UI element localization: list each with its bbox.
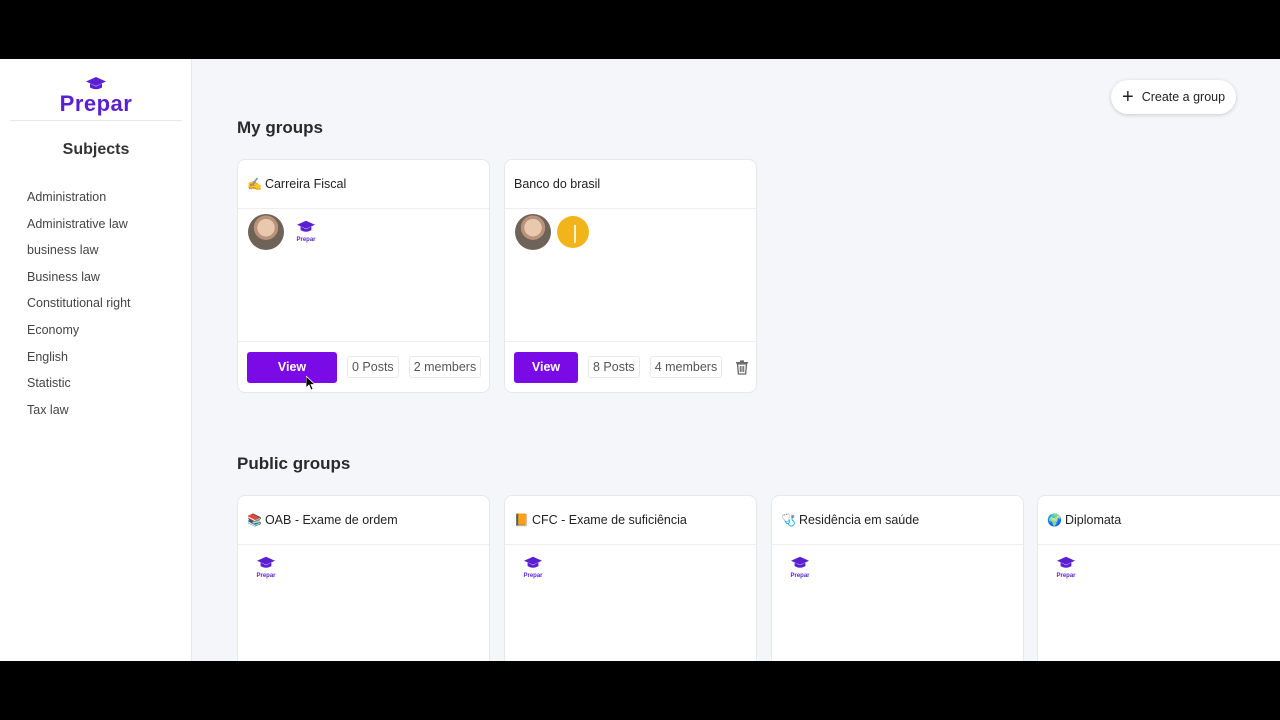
member-avatars: Prepar — [248, 214, 324, 250]
prepar-label: Prepar — [256, 573, 276, 579]
mouse-cursor-icon — [306, 376, 316, 391]
group-name: Carreira Fiscal — [264, 177, 347, 191]
subject-list: Administration Administrative law busine… — [27, 187, 131, 426]
stethoscope-icon: 🩺 — [781, 513, 796, 527]
public-group-card: 🌍 Diplomata Prepar — [1037, 495, 1280, 661]
graduation-cap-icon — [257, 556, 275, 568]
books-icon: 📚 — [247, 513, 262, 527]
group-card-header: 📙 CFC - Exame de suficiência — [505, 496, 756, 545]
public-group-card: 📙 CFC - Exame de suficiência Prepar — [504, 495, 757, 661]
prepar-label: Prepar — [1056, 573, 1076, 579]
group-name: OAB - Exame de ordem — [264, 513, 398, 527]
group-card-header: 🌍 Diplomata — [1038, 496, 1280, 545]
create-group-button[interactable]: + Create a group — [1111, 80, 1236, 114]
app-logo[interactable]: Prepar — [0, 77, 192, 119]
group-name: Banco do brasil — [514, 177, 601, 191]
prepar-label: Prepar — [523, 573, 543, 579]
public-group-card: 🩺 Residência em saúde Prepar — [771, 495, 1024, 661]
sidebar-item-administrative-law[interactable]: Administrative law — [27, 214, 131, 241]
view-button[interactable]: View — [514, 351, 578, 383]
view-button[interactable]: View — [247, 351, 337, 383]
sidebar-item-english[interactable]: English — [27, 347, 131, 374]
prepar-avatar: Prepar — [782, 550, 818, 586]
app-window: Prepar Subjects Administration Administr… — [0, 59, 1280, 661]
sidebar-item-constitutional-right[interactable]: Constitutional right — [27, 293, 131, 320]
graduation-cap-icon — [524, 556, 542, 568]
graduation-cap-icon — [297, 220, 315, 232]
sidebar: Prepar Subjects Administration Administr… — [0, 59, 192, 661]
group-card-footer: View 8 Posts 4 members — [505, 342, 756, 392]
public-groups-title: Public groups — [237, 454, 351, 473]
graduation-cap-icon — [791, 556, 809, 568]
trash-icon[interactable] — [734, 359, 750, 375]
group-name: Diplomata — [1064, 513, 1122, 527]
group-card-body: Prepar — [238, 545, 489, 661]
sidebar-item-administration[interactable]: Administration — [27, 187, 131, 214]
group-card-body: Prepar — [238, 209, 489, 342]
avatar — [557, 216, 589, 248]
prepar-avatar: Prepar — [1048, 550, 1084, 586]
sidebar-item-business-law[interactable]: Business law — [27, 267, 131, 294]
logo-text: Prepar — [59, 91, 133, 116]
divider — [10, 120, 182, 121]
graduation-cap-icon — [1057, 556, 1075, 568]
avatar — [248, 214, 284, 250]
graduation-cap-icon — [86, 77, 106, 90]
create-group-label: Create a group — [1141, 90, 1226, 104]
member-avatars — [515, 214, 589, 250]
prepar-label: Prepar — [296, 237, 316, 243]
group-card-banco-do-brasil: Banco do brasil View 8 Posts 4 members — [504, 159, 757, 393]
group-card-header: Banco do brasil — [505, 160, 756, 209]
group-card-footer: View 0 Posts 2 members — [238, 342, 489, 392]
sidebar-item-tax-law[interactable]: Tax law — [27, 400, 131, 427]
group-card-body: Prepar — [505, 545, 756, 661]
group-card-body: Prepar — [1038, 545, 1280, 661]
public-group-card: 📚 OAB - Exame de ordem Prepar — [237, 495, 490, 661]
group-card-carreira-fiscal: ✍️ Carreira Fiscal Prepar View 0 Posts 2… — [237, 159, 490, 393]
posts-count: 8 Posts — [588, 356, 640, 378]
prepar-avatar: Prepar — [515, 550, 551, 586]
posts-count: 0 Posts — [347, 356, 399, 378]
sidebar-title: Subjects — [62, 141, 130, 158]
group-card-header: ✍️ Carreira Fiscal — [238, 160, 489, 209]
group-card-header: 🩺 Residência em saúde — [772, 496, 1023, 545]
members-count: 2 members — [408, 356, 482, 378]
avatar — [515, 214, 551, 250]
members-count: 4 members — [649, 356, 723, 378]
group-name: CFC - Exame de suficiência — [531, 513, 687, 527]
book-icon: 📙 — [514, 513, 529, 527]
my-groups-title: My groups — [237, 118, 323, 137]
group-card-header: 📚 OAB - Exame de ordem — [238, 496, 489, 545]
group-card-body: Prepar — [772, 545, 1023, 661]
sidebar-item-economy[interactable]: Economy — [27, 320, 131, 347]
group-name: Residência em saúde — [798, 513, 920, 527]
plus-icon: + — [1122, 86, 1134, 108]
prepar-avatar: Prepar — [288, 214, 324, 250]
prepar-avatar: Prepar — [248, 550, 284, 586]
group-card-body — [505, 209, 756, 342]
sidebar-item-business-law-lower[interactable]: business law — [27, 240, 131, 267]
globe-icon: 🌍 — [1047, 513, 1062, 527]
prepar-label: Prepar — [790, 573, 810, 579]
sidebar-item-statistic[interactable]: Statistic — [27, 373, 131, 400]
writing-hand-icon: ✍️ — [247, 177, 262, 191]
